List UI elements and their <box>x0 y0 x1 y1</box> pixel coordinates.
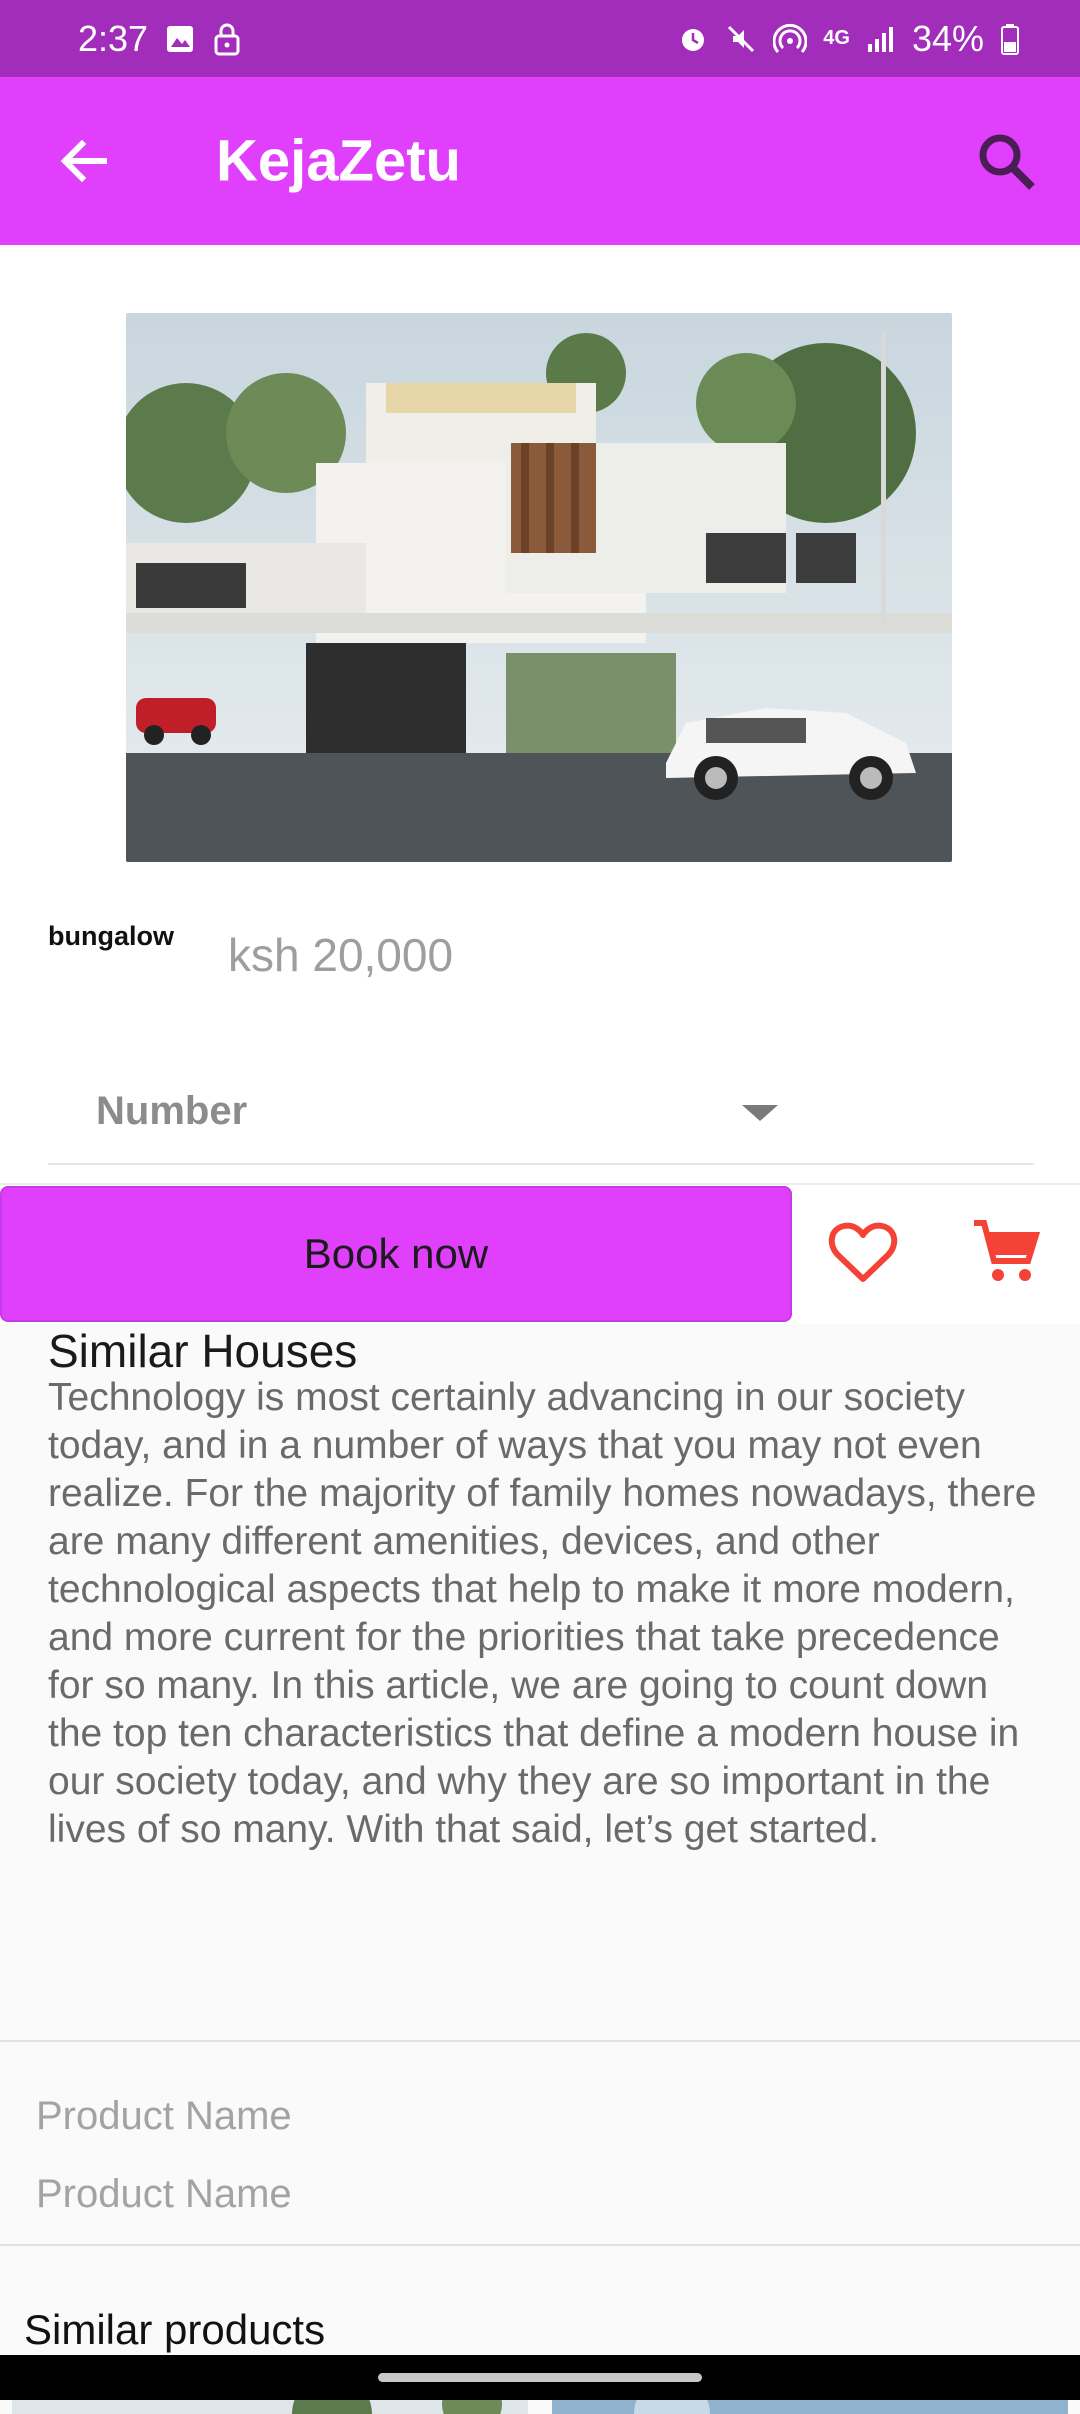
search-icon[interactable] <box>974 129 1040 195</box>
dropdown-label: Number <box>96 1089 248 1133</box>
signal-icon <box>866 24 896 54</box>
system-nav-bar <box>0 2355 1080 2400</box>
divider <box>0 1183 1080 1185</box>
app-title: KejaZetu <box>216 128 461 194</box>
house-image <box>126 313 952 862</box>
divider <box>0 2040 1080 2042</box>
content: bungalow ksh 20,000 Number Book now Simi… <box>0 245 1080 2414</box>
battery-icon <box>1000 23 1020 55</box>
dropdown-caret-icon <box>738 1099 782 1127</box>
status-bar: 2:37 4G 34% <box>0 0 1080 77</box>
arrow-back-icon[interactable] <box>52 129 116 193</box>
status-left: 2:37 <box>78 18 242 60</box>
divider <box>0 2244 1080 2246</box>
similar-houses-description: Technology is most certainly advancing i… <box>48 1376 1037 1851</box>
app-bar: KejaZetu <box>0 77 1080 245</box>
alarm-icon <box>677 23 709 55</box>
product-name-2: Product Name <box>36 2172 292 2216</box>
network-4g-icon: 4G <box>823 27 850 49</box>
cart-icon[interactable] <box>970 1215 1042 1287</box>
similar-products-title: Similar products <box>24 2306 326 2353</box>
similar-houses-title: Similar Houses <box>48 1325 358 1377</box>
battery-percent: 34% <box>911 17 984 59</box>
status-right: 4G 34% <box>677 18 1020 60</box>
heart-icon[interactable] <box>828 1221 898 1285</box>
number-dropdown[interactable]: Number <box>48 1065 1034 1165</box>
mute-icon <box>725 23 757 55</box>
gesture-handle[interactable] <box>378 2373 702 2382</box>
hotspot-icon <box>773 23 808 55</box>
similar-section: Similar Houses Technology is most certai… <box>0 1324 1080 2414</box>
book-now-button[interactable]: Book now <box>0 1186 792 1322</box>
product-name-1: Product Name <box>36 2094 292 2138</box>
listing-name: bungalow <box>48 921 174 951</box>
lock-icon <box>212 22 242 56</box>
listing-price: ksh 20,000 <box>228 929 454 981</box>
status-time: 2:37 <box>78 17 149 59</box>
image-icon <box>164 23 196 55</box>
